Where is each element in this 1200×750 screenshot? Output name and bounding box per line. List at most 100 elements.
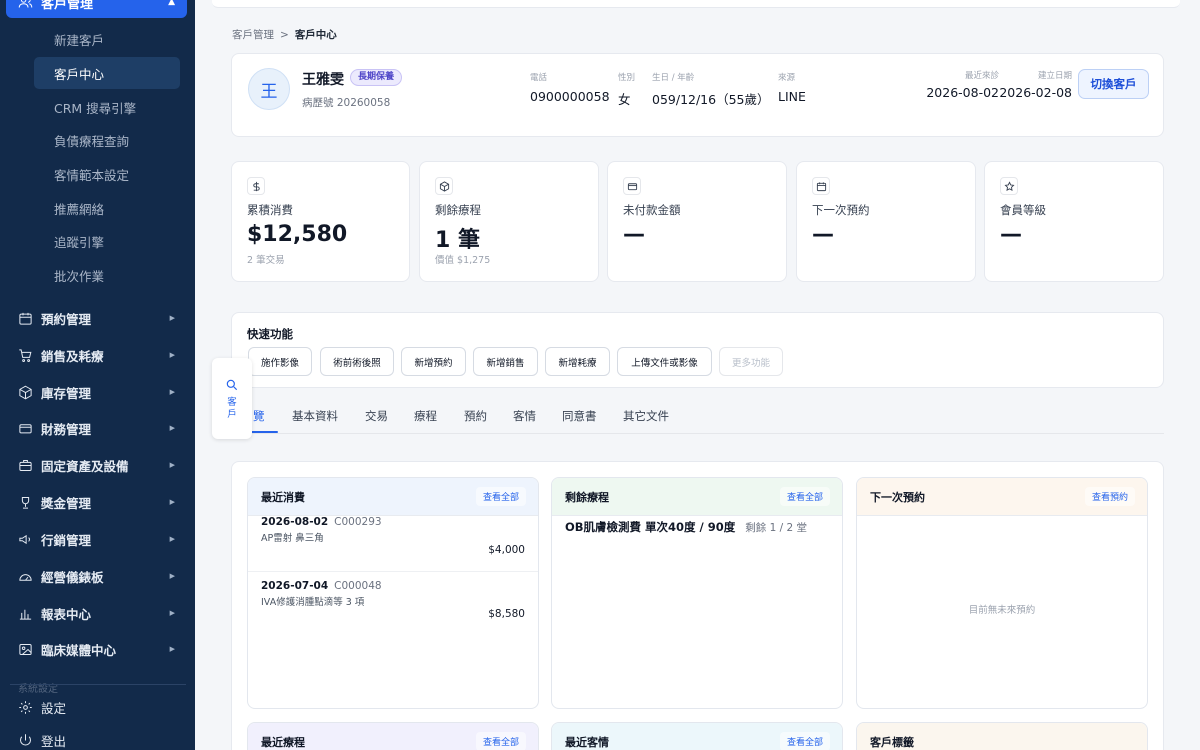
panel-title: 剩餘療程 xyxy=(565,490,609,504)
tab-consent[interactable]: 同意書 xyxy=(562,408,597,424)
sidebar-item-assets[interactable]: 固定資產及設備 ▶ xyxy=(0,448,195,482)
sidebar-sub-crm-search[interactable]: CRM 搜尋引擎 xyxy=(34,91,180,123)
sidebar-item-label: 預約管理 xyxy=(41,311,92,327)
customer-search-tab[interactable]: 客戶 xyxy=(212,358,252,439)
record-note: AP雷射 鼻三角 xyxy=(261,533,324,544)
record-note: IVA修護消腫點滴等 3 項 xyxy=(261,597,365,608)
tab-appointments[interactable]: 預約 xyxy=(464,408,487,424)
sidebar-item-dashboard[interactable]: 經營儀錶板 ▶ xyxy=(0,559,195,593)
tab-basic-info[interactable]: 基本資料 xyxy=(292,408,338,424)
list-item[interactable]: 2026-08-02 C000293 AP雷射 鼻三角 $4,000 xyxy=(248,516,538,572)
tab-other-docs[interactable]: 其它文件 xyxy=(623,408,669,424)
record-amount: $8,580 xyxy=(488,608,525,620)
more-functions-button[interactable]: 更多功能 xyxy=(719,347,783,376)
avatar: 王 xyxy=(248,68,290,110)
record-code: C000048 xyxy=(334,580,382,592)
sidebar-item-label: 庫存管理 xyxy=(41,385,92,401)
sidebar-divider xyxy=(10,684,186,685)
sidebar-sub-new-customer[interactable]: 新建客戶 xyxy=(34,23,180,55)
tab-transactions[interactable]: 交易 xyxy=(365,408,388,424)
panel-title: 客戶標籤 xyxy=(870,735,914,749)
sidebar-item-settings[interactable]: 設定 xyxy=(0,690,195,724)
stat-label: 會員等級 xyxy=(1000,203,1046,217)
sidebar-item-sales[interactable]: 銷售及耗療 ▶ xyxy=(0,338,195,372)
chevron-right-icon: ▶ xyxy=(169,351,175,359)
upload-document-button[interactable]: 上傳文件或影像 xyxy=(617,347,712,376)
sidebar-item-customer-management[interactable]: 客戶管理 ▲ xyxy=(6,0,187,18)
stat-label: 累積消費 xyxy=(247,203,293,217)
switch-customer-button[interactable]: 切換客戶 xyxy=(1078,69,1149,99)
sidebar-item-media[interactable]: 臨床媒體中心 ▶ xyxy=(0,632,195,666)
sidebar-sub-debt-query[interactable]: 負債療程查詢 xyxy=(34,124,180,156)
panel-header: 客戶標籤 xyxy=(857,723,1147,750)
record-amount: $4,000 xyxy=(488,544,525,556)
sidebar-item-label: 銷售及耗療 xyxy=(41,348,104,364)
users-icon xyxy=(18,0,33,10)
recent-spend-panel: 最近消費 查看全部 2026-08-02 C000293 AP雷射 鼻三角 $4,… xyxy=(247,477,539,709)
chevron-right-icon: ▶ xyxy=(169,535,175,543)
search-icon xyxy=(226,379,238,391)
stat-sub: 價值 $1,275 xyxy=(435,255,491,266)
credit-card-icon xyxy=(623,177,641,195)
bar-chart-icon xyxy=(18,606,33,621)
created-field: 建立日期 2026-02-08 xyxy=(999,69,1072,100)
record-date: 2026-08-02 xyxy=(261,516,329,528)
remaining-treatment-panel: 剩餘療程 查看全部 OB肌膚檢測費 單次40度 / 90度 剩餘 1 / 2 堂 xyxy=(551,477,843,709)
stat-card-next-appointment: 下一次預約 — xyxy=(796,161,976,282)
chevron-up-icon: ▲ xyxy=(168,0,175,7)
created-label: 建立日期 xyxy=(1037,71,1072,81)
stat-card-total-spend: 累積消費 $12,580 2 筆交易 xyxy=(231,161,410,282)
stat-value: — xyxy=(623,222,645,247)
customer-name: 王雅雯 xyxy=(302,72,344,88)
birth-label: 生日 / 年齡 xyxy=(652,73,695,83)
sidebar-item-finance[interactable]: 財務管理 ▶ xyxy=(0,411,195,445)
wallet-icon xyxy=(18,421,33,436)
sidebar-sub-tracking[interactable]: 追蹤引擎 xyxy=(34,225,180,257)
stat-label: 未付款金額 xyxy=(623,203,681,217)
gender-value: 女 xyxy=(618,92,631,107)
breadcrumb-separator: > xyxy=(280,29,289,41)
sidebar-sub-care-template[interactable]: 客情範本設定 xyxy=(34,158,180,190)
breadcrumb-root[interactable]: 客戶管理 xyxy=(232,29,274,41)
tab-bar: 覽 基本資料 交易 療程 預約 客情 同意書 其它文件 xyxy=(232,400,1164,434)
new-appointment-button[interactable]: 新增預約 xyxy=(401,347,466,376)
sidebar-item-appointments[interactable]: 預約管理 ▶ xyxy=(0,301,195,335)
tab-treatments[interactable]: 療程 xyxy=(414,408,437,424)
panel-title: 最近客情 xyxy=(565,735,609,749)
tab-care[interactable]: 客情 xyxy=(513,408,536,424)
box-icon xyxy=(18,385,33,400)
sidebar-item-logout[interactable]: 登出 xyxy=(0,723,195,750)
sidebar-sub-referral[interactable]: 推薦網絡 xyxy=(34,192,180,224)
sidebar-sub-batch[interactable]: 批次作業 xyxy=(34,259,180,291)
customer-search-label: 客戶 xyxy=(227,397,237,420)
new-sale-button[interactable]: 新增銷售 xyxy=(473,347,538,376)
sidebar-item-label: 報表中心 xyxy=(41,606,92,622)
view-all-link[interactable]: 查看全部 xyxy=(475,732,526,750)
list-item[interactable]: 2026-07-04 C000048 IVA修護消腫點滴等 3 項 $8,580 xyxy=(248,572,538,628)
view-all-link[interactable]: 查看全部 xyxy=(779,487,830,506)
sidebar-item-marketing[interactable]: 行銷管理 ▶ xyxy=(0,522,195,556)
sidebar-item-reports[interactable]: 報表中心 ▶ xyxy=(0,596,195,630)
panel-header: 最近消費 查看全部 xyxy=(248,478,538,516)
new-consumption-button[interactable]: 新增耗療 xyxy=(545,347,610,376)
panel-header: 剩餘療程 查看全部 xyxy=(552,478,842,516)
sidebar-item-inventory[interactable]: 庫存管理 ▶ xyxy=(0,375,195,409)
before-after-photo-button[interactable]: 術前術後照 xyxy=(320,347,394,376)
phone-label: 電話 xyxy=(530,73,548,83)
view-all-link[interactable]: 查看全部 xyxy=(475,487,526,506)
list-item[interactable]: OB肌膚檢測費 單次40度 / 90度 剩餘 1 / 2 堂 xyxy=(552,516,842,538)
stat-card-unpaid: 未付款金額 — xyxy=(607,161,787,282)
view-appointments-link[interactable]: 查看預約 xyxy=(1084,487,1135,506)
tab-overview[interactable]: 覽 xyxy=(253,408,265,424)
chevron-right-icon: ▶ xyxy=(169,424,175,432)
stat-value: $12,580 xyxy=(247,222,348,247)
view-all-link[interactable]: 查看全部 xyxy=(779,732,830,750)
source-label: 來源 xyxy=(778,73,796,83)
customer-tags-panel: 客戶標籤 xyxy=(856,722,1148,750)
sidebar-sub-customer-center[interactable]: 客戶中心 xyxy=(34,57,180,89)
sidebar-item-bonus[interactable]: 獎金管理 ▶ xyxy=(0,485,195,519)
treatment-image-button[interactable]: 施作影像 xyxy=(248,347,312,376)
chevron-right-icon: ▶ xyxy=(169,572,175,580)
record-code: C000293 xyxy=(334,516,382,528)
top-bar xyxy=(212,0,1180,8)
